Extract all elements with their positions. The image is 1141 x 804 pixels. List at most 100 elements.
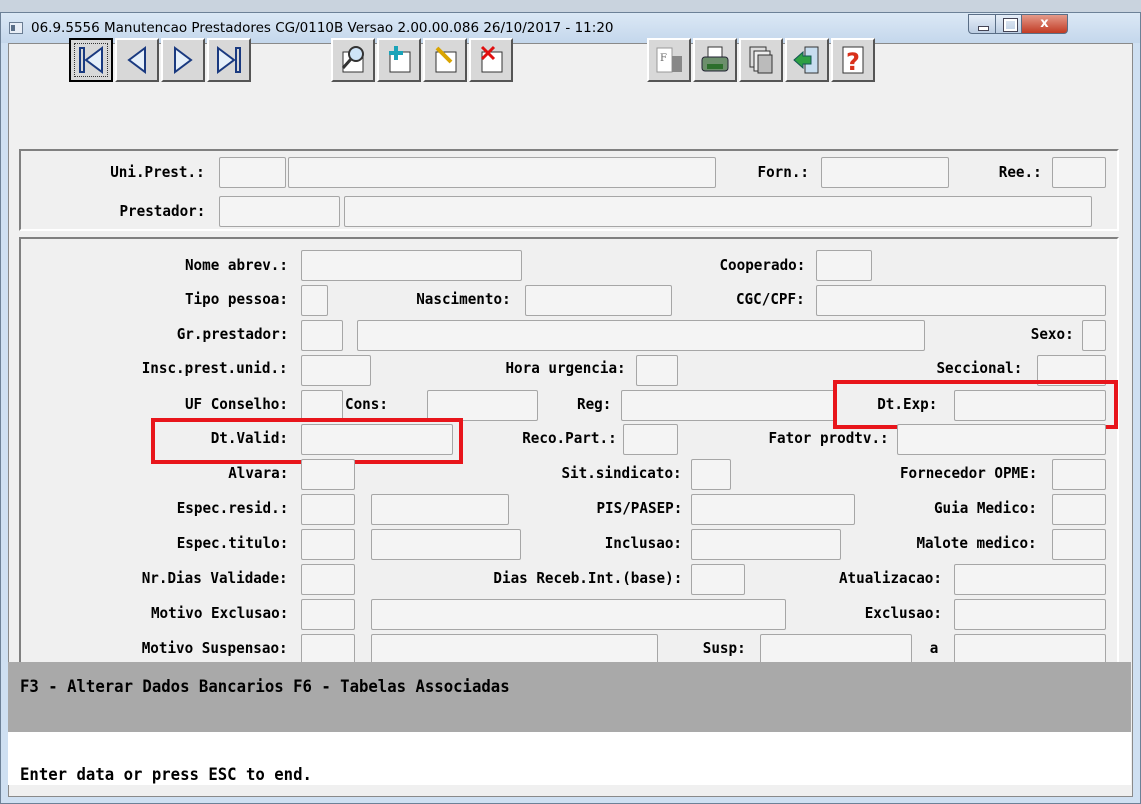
function-key-bar [8, 662, 1131, 732]
prestador-name-field[interactable] [344, 196, 1092, 227]
desktop-background [0, 0, 1141, 12]
filter-icon: F [656, 47, 682, 73]
sexo-field[interactable] [1082, 320, 1106, 351]
cgc-cpf-field[interactable] [816, 285, 1106, 316]
gr-prestador-code-field[interactable] [301, 320, 343, 351]
insc-prest-field[interactable] [301, 355, 371, 386]
uni-prest-name-field[interactable] [288, 157, 716, 188]
printer-icon [701, 46, 729, 72]
last-icon [217, 46, 241, 74]
motivo-exclusao-desc-field[interactable] [371, 599, 786, 630]
cooperado-label: Cooperado: [719, 256, 805, 274]
cons-label: Cons: [345, 395, 388, 413]
pis-pasep-field[interactable] [691, 494, 855, 525]
ree-label: Ree.: [999, 163, 1042, 181]
minimize-button[interactable] [968, 14, 996, 34]
delete-button[interactable] [469, 38, 513, 82]
first-record-button[interactable] [69, 38, 113, 82]
add-button[interactable] [377, 38, 421, 82]
susp-to-field[interactable] [954, 634, 1106, 665]
reg-label: Reg: [576, 395, 611, 413]
uni-prest-code-field[interactable] [219, 157, 286, 188]
tipo-pessoa-label: Tipo pessoa: [184, 290, 288, 308]
guia-medico-field[interactable] [1052, 494, 1106, 525]
dt-valid-highlight [151, 418, 463, 464]
susp-label: Susp: [703, 639, 746, 657]
filter-button[interactable]: F [647, 38, 691, 82]
next-record-button[interactable] [161, 38, 205, 82]
sit-sindicato-field[interactable] [691, 459, 731, 490]
uni-prest-label: Uni.Prest.: [110, 163, 205, 181]
maximize-button[interactable] [995, 14, 1022, 34]
sit-sindicato-label: Sit.sindicato: [561, 464, 682, 482]
previous-record-button[interactable] [115, 38, 159, 82]
fornecedor-opme-label: Fornecedor OPME: [899, 464, 1037, 482]
motivo-suspensao-label: Motivo Suspensao: [142, 639, 288, 657]
exit-button[interactable] [785, 38, 829, 82]
last-record-button[interactable] [207, 38, 251, 82]
uf-conselho-field[interactable] [301, 390, 343, 421]
espec-resid-desc-field[interactable] [371, 494, 509, 525]
edit-button[interactable] [423, 38, 467, 82]
reg-field[interactable] [621, 390, 837, 421]
espec-resid-label: Espec.resid.: [176, 499, 288, 517]
gr-prestador-desc-field[interactable] [357, 320, 925, 351]
nome-abrev-field[interactable] [301, 250, 522, 281]
add-icon [389, 46, 411, 73]
nascimento-field[interactable] [525, 285, 672, 316]
cooperado-field[interactable] [816, 250, 872, 281]
prestador-code-field[interactable] [219, 196, 340, 227]
hora-urgencia-field[interactable] [636, 355, 678, 386]
forn-label: Forn.: [757, 163, 809, 181]
tipo-pessoa-field[interactable] [301, 285, 328, 316]
motivo-suspensao-code-field[interactable] [301, 634, 355, 665]
susp-to-label: a [929, 639, 938, 657]
help-icon: ? [842, 46, 864, 76]
magnifier-icon [341, 46, 364, 73]
alvara-field[interactable] [301, 459, 355, 490]
espec-resid-code-field[interactable] [301, 494, 355, 525]
seccional-label: Seccional: [936, 359, 1022, 377]
search-button[interactable] [331, 38, 375, 82]
copy-icon [749, 46, 773, 74]
uf-conselho-label: UF Conselho: [184, 395, 288, 413]
dias-receb-field[interactable] [691, 564, 745, 595]
insc-prest-label: Insc.prest.unid.: [142, 359, 288, 377]
close-button[interactable]: x [1021, 14, 1068, 34]
forn-field[interactable] [821, 157, 949, 188]
motivo-suspensao-desc-field[interactable] [371, 634, 658, 665]
svg-text:?: ? [846, 48, 860, 76]
guia-medico-label: Guia Medico: [933, 499, 1037, 517]
previous-icon [127, 46, 146, 74]
help-button[interactable]: ? [831, 38, 875, 82]
reco-part-field[interactable] [623, 424, 678, 455]
motivo-exclusao-code-field[interactable] [301, 599, 355, 630]
atualizacao-field[interactable] [954, 564, 1106, 595]
espec-titulo-desc-field[interactable] [371, 529, 521, 560]
nome-abrev-label: Nome abrev.: [184, 256, 288, 274]
nascimento-label: Nascimento: [416, 290, 511, 308]
next-icon [174, 46, 193, 74]
inclusao-field[interactable] [691, 529, 841, 560]
exclusao-field[interactable] [954, 599, 1106, 630]
inclusao-label: Inclusao: [604, 534, 682, 552]
fornecedor-opme-field[interactable] [1052, 459, 1106, 490]
nr-dias-validade-field[interactable] [301, 564, 355, 595]
copy-button[interactable] [739, 38, 783, 82]
susp-from-field[interactable] [760, 634, 912, 665]
edit-icon [435, 46, 457, 73]
fator-prodtv-field[interactable] [897, 424, 1106, 455]
ree-field[interactable] [1052, 157, 1106, 188]
delete-icon [480, 45, 503, 73]
cons-field[interactable] [427, 390, 538, 421]
exclusao-label: Exclusao: [864, 604, 942, 622]
function-keys-text: F3 - Alterar Dados Bancarios F6 - Tabela… [20, 677, 510, 697]
sexo-label: Sexo: [1031, 325, 1074, 343]
status-message: Enter data or press ESC to end. [20, 765, 312, 785]
espec-titulo-code-field[interactable] [301, 529, 355, 560]
print-button[interactable] [693, 38, 737, 82]
dt-exp-highlight [833, 380, 1118, 429]
prestador-label: Prestador: [119, 202, 205, 220]
malote-medico-label: Malote medico: [916, 534, 1037, 552]
malote-medico-field[interactable] [1052, 529, 1106, 560]
